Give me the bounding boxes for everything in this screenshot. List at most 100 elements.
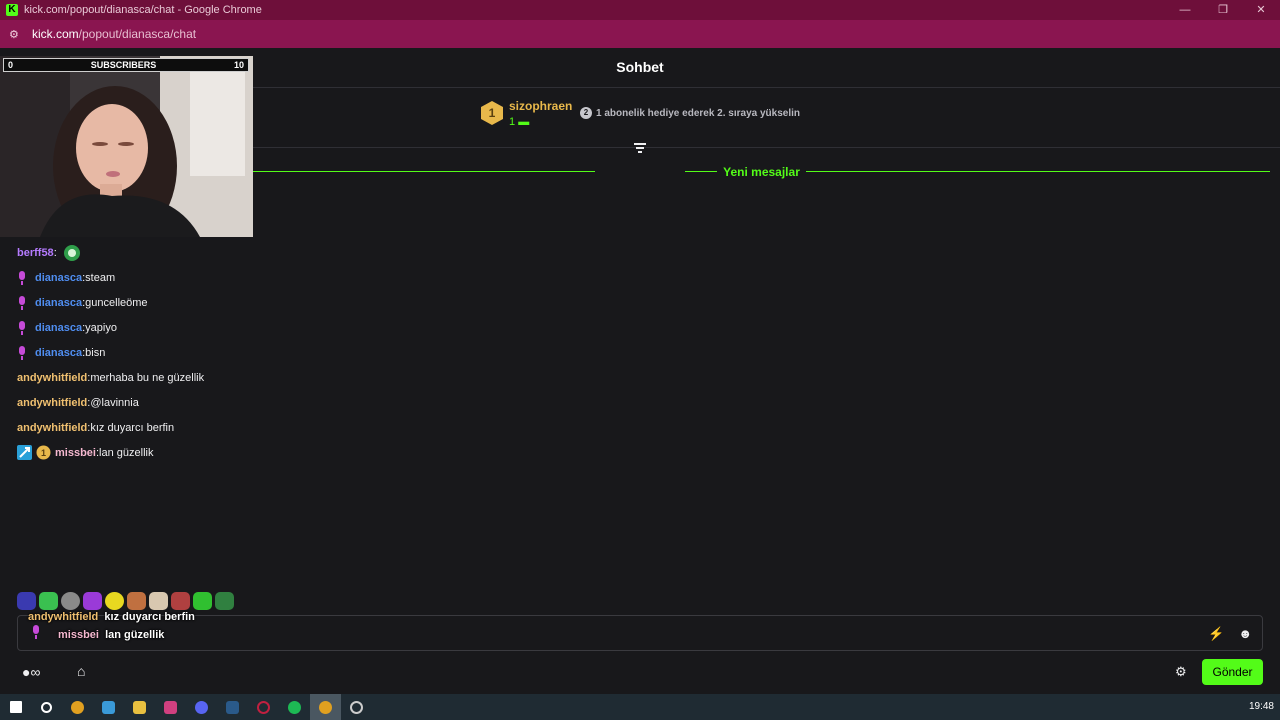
pinned-note: 2 1 abonelik hediye ederek 2. sıraya yük… [580, 107, 800, 119]
windows-taskbar: 19:48 [0, 694, 1280, 720]
collapse-filter-icon[interactable] [633, 141, 647, 155]
chat-message: dianasca: yapiyo [17, 315, 617, 340]
message-text: @lavinnia [90, 396, 139, 409]
subscriber-goal-bar: 0 SUBSCRIBERS 10 [3, 58, 249, 72]
sub-goal-start: 0 [8, 60, 14, 70]
mic-badge-icon [33, 625, 39, 639]
url-path: /popout/dianasca/chat [78, 27, 197, 41]
mic-badge-icon [19, 345, 25, 360]
emote-icon[interactable] [17, 592, 36, 610]
window-controls: — ❐ ✕ [1166, 0, 1280, 20]
chat-input[interactable]: ⚡ ☻ [17, 615, 1263, 651]
sub-goal-label: SUBSCRIBERS [90, 60, 157, 70]
message-separator: : [53, 246, 57, 259]
message-text: merhaba bu ne güzellik [90, 371, 205, 384]
minimize-icon[interactable]: — [1166, 0, 1204, 20]
slack-icon[interactable] [155, 694, 186, 720]
quick-emote-icon[interactable]: ⚡ [1208, 626, 1224, 642]
message-username[interactable]: missbei [55, 447, 96, 459]
emote-icon[interactable] [215, 592, 234, 610]
overlay-username: missbei [58, 629, 99, 641]
chrome-active-icon[interactable] [310, 694, 341, 720]
emote-picker-row [17, 590, 234, 610]
svg-text:1: 1 [41, 448, 46, 458]
chat-message: berff58: [17, 240, 617, 265]
chat-messages: berff58: dianasca: steam dianasca: gunce… [17, 240, 617, 465]
new-messages-divider: Yeni mesajlar [253, 163, 1270, 181]
send-button[interactable]: Gönder [1202, 659, 1263, 685]
spotify-icon[interactable] [279, 694, 310, 720]
message-username[interactable]: andywhitfield [17, 372, 87, 384]
emote-icon[interactable] [149, 592, 168, 610]
chat-message: 1 missbei: lan güzellik [17, 440, 617, 465]
close-icon[interactable]: ✕ [1242, 0, 1280, 20]
chat-message: dianasca: bisn [17, 340, 617, 365]
message-text: guncelleöme [85, 296, 148, 309]
site-settings-icon[interactable]: ⚙ [9, 28, 23, 41]
emote-icon[interactable] [171, 592, 190, 610]
rank-badge-icon: 1 [36, 445, 51, 460]
chat-message: andywhitfield: merhaba bu ne güzellik [17, 365, 617, 390]
message-text: steam [85, 271, 116, 284]
message-username[interactable]: andywhitfield [17, 397, 87, 409]
chat-message: dianasca: steam [17, 265, 617, 290]
pinned-note-text: 1 abonelik hediye ederek 2. sıraya yükse… [596, 107, 800, 119]
pinned-count-value: 1 [509, 116, 516, 128]
message-username[interactable]: andywhitfield [17, 422, 87, 434]
message-text: bisn [85, 346, 106, 359]
window-title: kick.com/popout/dianasca/chat - Google C… [24, 4, 262, 16]
app-icon[interactable] [93, 694, 124, 720]
message-text: lan güzellik [99, 446, 154, 459]
moderator-badge-icon [17, 445, 32, 460]
emoji-picker-icon[interactable]: ☻ [1238, 626, 1252, 642]
file-explorer-icon[interactable] [124, 694, 155, 720]
taskbar-clock: 19:48 [1248, 701, 1274, 712]
message-username[interactable]: dianasca [35, 297, 82, 309]
emote-icon[interactable] [105, 592, 124, 610]
webcam-overlay [0, 56, 253, 237]
overlay-text: kız duyarcı berfin [104, 611, 195, 623]
clock-app-icon[interactable] [341, 694, 372, 720]
steam-icon[interactable] [217, 694, 248, 720]
chat-message: andywhitfield: @lavinnia [17, 390, 617, 415]
gear-icon[interactable]: ⚙ [1175, 664, 1187, 680]
rank-badge-icon: 1 [481, 101, 503, 125]
message-username[interactable]: dianasca [35, 347, 82, 359]
emote-icon [63, 244, 80, 261]
discord-icon[interactable] [186, 694, 217, 720]
emote-icon[interactable] [83, 592, 102, 610]
message-username[interactable]: dianasca [35, 272, 82, 284]
rank-2-icon: 2 [580, 107, 592, 119]
emote-icon[interactable] [39, 592, 58, 610]
points-icon[interactable]: ●∞ [22, 664, 40, 680]
mic-badge-icon [19, 320, 25, 335]
search-icon[interactable] [31, 694, 62, 720]
store-icon[interactable]: ⌂ [77, 663, 85, 679]
mic-badge-icon [19, 270, 25, 285]
emote-icon[interactable] [193, 592, 212, 610]
overlay-message: andywhitfield kız duyarcı berfin [28, 611, 195, 623]
message-text: kız duyarcı berfin [90, 421, 175, 434]
pinned-username[interactable]: sizophraen [509, 99, 572, 113]
browser-title-bar: K kick.com/popout/dianasca/chat - Google… [0, 0, 1280, 20]
pinned-count: 1 ▬ [509, 116, 529, 128]
address-bar[interactable]: ⚙ kick.com /popout/dianasca/chat [0, 20, 1280, 48]
overlay-message: missbei lan güzellik [58, 629, 164, 641]
windows-start-icon[interactable] [0, 694, 31, 720]
url-domain: kick.com [32, 27, 79, 41]
message-username[interactable]: dianasca [35, 322, 82, 334]
kick-logo-icon: K [6, 4, 18, 16]
overlay-username: andywhitfield [28, 611, 99, 623]
sub-goal-end: 10 [233, 60, 244, 70]
overlay-text: lan güzellik [105, 629, 165, 641]
chat-bottom-bar [0, 655, 1280, 693]
gift-icon: ▬ [518, 116, 530, 128]
chat-message: andywhitfield: kız duyarcı berfin [17, 415, 617, 440]
chrome-icon[interactable] [62, 694, 93, 720]
opera-icon[interactable] [248, 694, 279, 720]
chat-message: dianasca: guncelleöme [17, 290, 617, 315]
message-username[interactable]: berff58 [17, 247, 54, 259]
emote-icon[interactable] [127, 592, 146, 610]
restore-icon[interactable]: ❐ [1204, 0, 1242, 20]
emote-icon[interactable] [61, 592, 80, 610]
